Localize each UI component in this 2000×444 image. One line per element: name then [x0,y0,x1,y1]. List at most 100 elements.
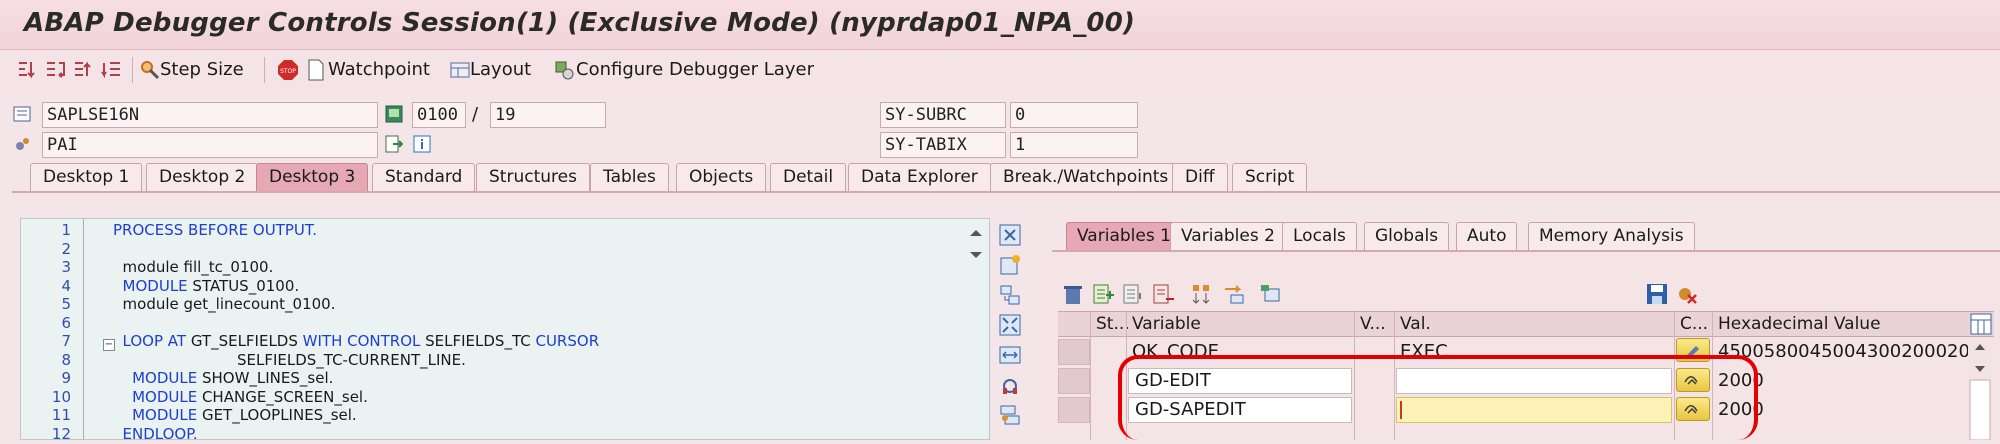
tab-variables-1[interactable]: Variables 1 [1066,222,1182,250]
transfer-icon[interactable] [1222,282,1248,306]
tab-desktop-1[interactable]: Desktop 1 [30,163,143,191]
delete-icon[interactable] [1060,282,1086,306]
tab-structures[interactable]: Structures [476,163,590,191]
new-tool-icon[interactable] [996,252,1024,278]
col-header-v[interactable]: V... [1360,312,1386,336]
change-value-button[interactable] [1676,338,1710,362]
variable-name-field[interactable]: GD-SAPEDIT [1128,397,1352,423]
code-token: SELFIELDS_TC-CURRENT_LINE. [113,350,466,369]
step-return-icon[interactable] [72,58,96,82]
change-value-button[interactable] [1676,368,1710,392]
screen-icon[interactable] [384,104,404,124]
code-scrollbar[interactable] [966,222,986,440]
swap-tool-icon[interactable] [996,342,1024,368]
tab-data-explorer[interactable]: Data Explorer [848,163,991,191]
col-separator [1126,311,1127,440]
tab-locals[interactable]: Locals [1282,222,1357,250]
insert-row-icon[interactable] [1090,282,1116,306]
tab-auto[interactable]: Auto [1456,222,1518,250]
grid-scrollbar[interactable] [1968,340,1992,441]
tab-variables-2[interactable]: Variables 2 [1170,222,1286,250]
col-header-value[interactable]: Val. [1400,312,1431,336]
tab-objects[interactable]: Objects [676,163,767,191]
delete-settings-icon[interactable] [1674,282,1700,306]
code-text: module fill_tc_0100. [113,258,274,276]
tab-script[interactable]: Script [1232,163,1308,191]
variable-value-field-active[interactable] [1396,397,1672,423]
tab-diff[interactable]: Diff [1172,163,1228,191]
save-icon[interactable] [1644,282,1670,306]
code-token: CHANGE_SCREEN_sel. [197,387,368,406]
code-keyword: WITH CONTROL [302,332,421,350]
program-icon [12,104,32,124]
col-header-variable[interactable]: Variable [1132,312,1201,336]
code-keyword: MODULE [113,387,198,406]
col-header-hex[interactable]: Hexadecimal Value [1718,312,1881,336]
toolbar-separator [132,57,133,83]
stop-icon[interactable]: STOP [276,58,300,82]
services-tool-icon[interactable] [996,372,1024,398]
configure-layer-icon[interactable] [552,58,576,82]
tab-globals[interactable]: Globals [1364,222,1450,250]
code-text: PROCESS BEFORE OUTPUT. [113,221,317,239]
tab-detail[interactable]: Detail [770,163,847,191]
continue-icon[interactable] [100,58,124,82]
remove-row-icon[interactable] [1150,282,1176,306]
grid-settings-icon[interactable] [1970,313,1992,335]
window-title: ABAP Debugger Controls Session(1) (Exclu… [24,8,1136,38]
change-value-button[interactable] [1676,397,1710,421]
code-keyword: MODULE [113,406,198,424]
code-text: MODULE CHANGE_SCREEN_sel. [113,388,368,406]
col-separator [1090,311,1091,440]
layout-button[interactable]: Layout [470,58,531,82]
source-code-panel[interactable]: 1 PROCESS BEFORE OUTPUT. 2 3 module fill_tc… [20,218,990,440]
configure-debugger-layer-button[interactable]: Configure Debugger Layer [576,58,814,82]
hex-value: 2000 [1718,399,1764,420]
code-keyword: PROCESS BEFORE OUTPUT. [113,221,318,239]
code-text: SELFIELDS_TC-CURRENT_LINE. [113,351,466,369]
append-row-icon[interactable] [1120,282,1146,306]
tab-breakpoints[interactable]: Break./Watchpoints [990,163,1182,191]
line-number: 8 [61,350,71,369]
step-over-icon[interactable] [44,58,68,82]
tab-standard[interactable]: Standard [372,163,476,191]
step-size-button[interactable]: Step Size [160,58,244,82]
collapse-toggle-icon[interactable]: − [103,339,115,351]
tab-strip-border [12,191,2000,193]
watchpoint-button[interactable]: Watchpoint [328,58,430,82]
layout-icon[interactable] [448,58,472,82]
row-selector[interactable] [1058,397,1090,423]
close-tool-icon[interactable] [996,222,1024,248]
screen-field: 0100 [412,102,466,128]
col-header-change[interactable]: C... [1680,312,1708,336]
row-selector[interactable] [1058,339,1090,365]
watchpoint-icon[interactable] [304,58,328,82]
tab-desktop-2[interactable]: Desktop 2 [146,163,259,191]
svg-text:STOP: STOP [280,68,296,75]
row-selector[interactable] [1058,368,1090,394]
settings-tool-icon[interactable] [996,402,1024,428]
code-token: STATUS_0100. [187,276,300,295]
info-icon[interactable] [412,134,432,154]
hex-value: 2000 [1718,370,1764,391]
replace-tool-icon[interactable] [996,282,1024,308]
tab-memory-analysis[interactable]: Memory Analysis [1528,222,1695,250]
col-separator [1394,311,1395,440]
layout-view-icon[interactable] [1258,282,1284,306]
event-gear-icon [12,134,32,154]
maximize-tool-icon[interactable] [996,312,1024,338]
code-token: module fill_tc_0100. [113,258,274,276]
code-token: module get_linecount_0100. [113,295,336,313]
variable-value-field[interactable] [1396,368,1672,394]
tab-desktop-3[interactable]: Desktop 3 [256,163,369,191]
col-header-status[interactable]: St... [1096,312,1130,336]
tab-tables[interactable]: Tables [590,163,669,191]
step-into-icon[interactable] [16,58,40,82]
variable-name-field[interactable]: GD-EDIT [1128,368,1352,394]
step-size-icon[interactable] [138,58,162,82]
sort-icon[interactable] [1190,282,1216,306]
line-number: 12 [51,424,71,440]
line-number: 11 [51,406,71,424]
navigate-icon[interactable] [384,134,404,154]
code-gutter [83,219,84,439]
